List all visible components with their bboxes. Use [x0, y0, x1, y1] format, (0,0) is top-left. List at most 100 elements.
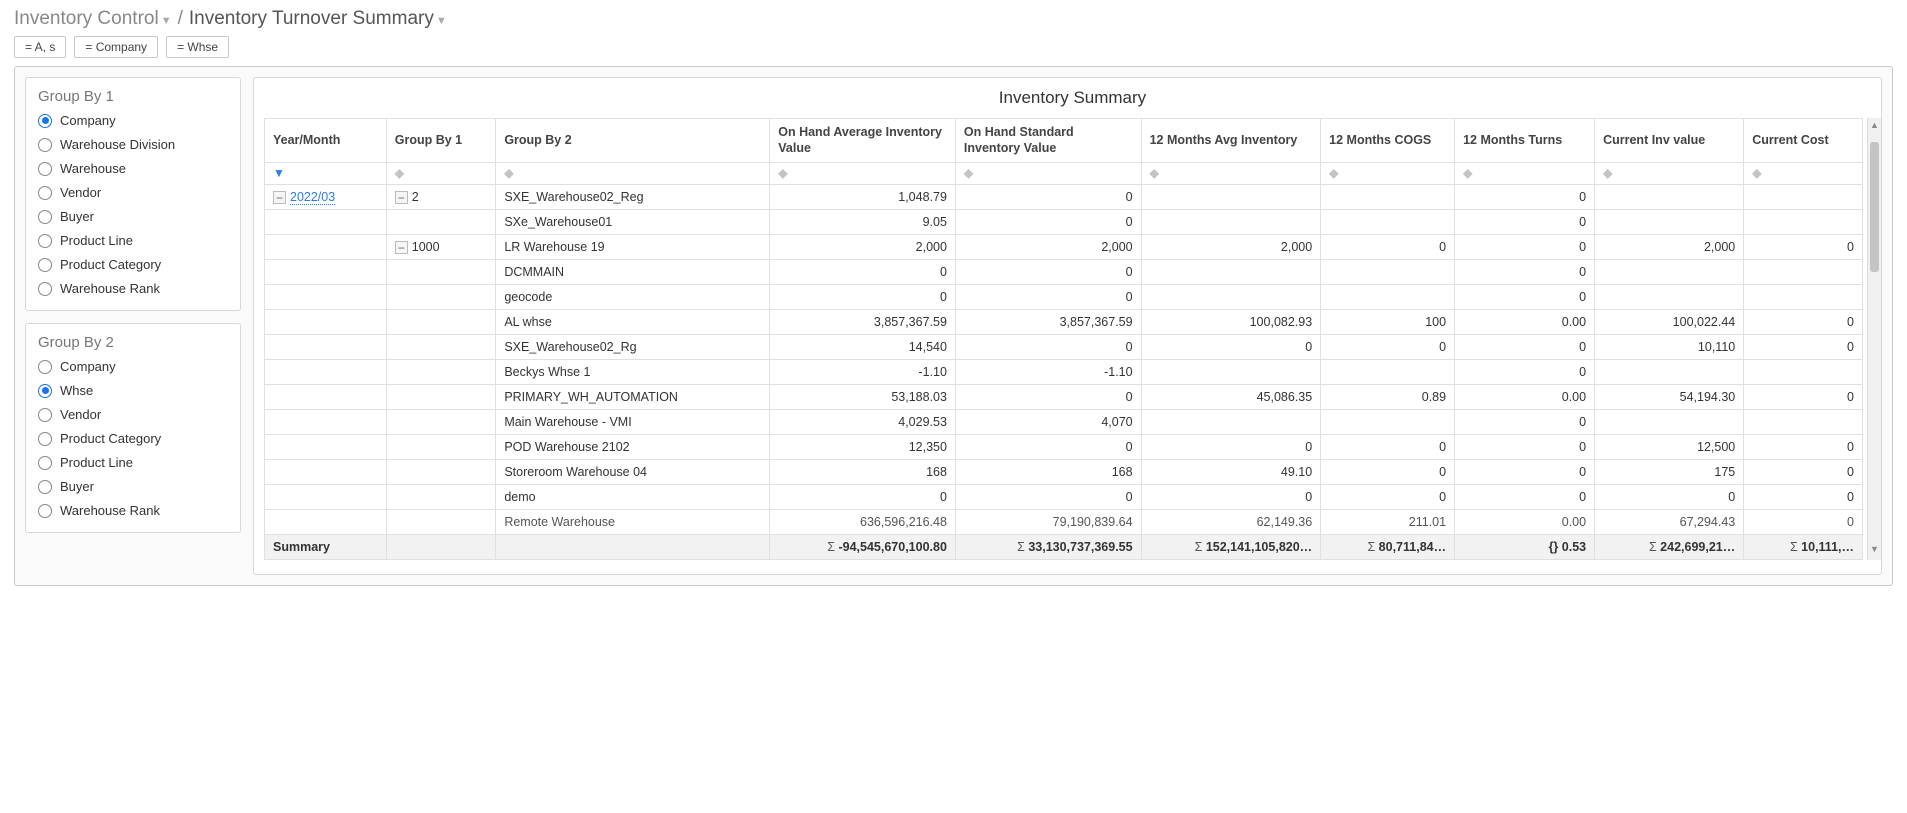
- cell-cogs: 0: [1321, 435, 1455, 460]
- year-link[interactable]: 2022/03: [290, 190, 335, 205]
- radio-option[interactable]: Product Category: [38, 431, 228, 446]
- sort-on-hand-std[interactable]: ◆: [955, 163, 1141, 185]
- sort-year-month[interactable]: ▼: [265, 163, 387, 185]
- cell-group-by-2[interactable]: AL whse: [496, 310, 770, 335]
- cell-group-by-1: [386, 335, 496, 360]
- radio-label: Warehouse Division: [60, 137, 175, 152]
- radio-icon: [38, 504, 52, 518]
- radio-option[interactable]: Product Line: [38, 455, 228, 470]
- sort-on-hand-avg[interactable]: ◆: [770, 163, 956, 185]
- cell-group-by-2[interactable]: SXE_Warehouse02_Rg: [496, 335, 770, 360]
- table-row[interactable]: −1000LR Warehouse 192,0002,0002,000002,0…: [265, 235, 1863, 260]
- data-table: Year/Month Group By 1 Group By 2 On Hand…: [264, 118, 1863, 560]
- col-current-inv[interactable]: Current Inv value: [1595, 119, 1744, 163]
- cell-group-by-2[interactable]: Beckys Whse 1: [496, 360, 770, 385]
- col-year-month[interactable]: Year/Month: [265, 119, 387, 163]
- col-group-by-2[interactable]: Group By 2: [496, 119, 770, 163]
- table-row[interactable]: demo0000000: [265, 485, 1863, 510]
- sort-12-avg[interactable]: ◆: [1141, 163, 1321, 185]
- collapse-icon[interactable]: −: [395, 241, 408, 254]
- cell-group-by-2[interactable]: SXe_Warehouse01: [496, 210, 770, 235]
- cell-curv: 54,194.30: [1595, 385, 1744, 410]
- collapse-icon[interactable]: −: [273, 191, 286, 204]
- table-row[interactable]: POD Warehouse 210212,350000012,5000: [265, 435, 1863, 460]
- sort-current-cost[interactable]: ◆: [1744, 163, 1863, 185]
- cell-group-by-2[interactable]: Storeroom Warehouse 04: [496, 460, 770, 485]
- collapse-icon[interactable]: −: [395, 191, 408, 204]
- radio-option[interactable]: Company: [38, 359, 228, 374]
- table-row[interactable]: Remote Warehouse636,596,216.4879,190,839…: [265, 510, 1863, 535]
- radio-option[interactable]: Vendor: [38, 407, 228, 422]
- radio-option[interactable]: Product Line: [38, 233, 228, 248]
- col-on-hand-avg[interactable]: On Hand Average Inventory Value: [770, 119, 956, 163]
- cell-year-month[interactable]: −2022/03: [265, 185, 387, 210]
- cell-group-by-2[interactable]: Main Warehouse - VMI: [496, 410, 770, 435]
- table-row[interactable]: Main Warehouse - VMI4,029.534,0700: [265, 410, 1863, 435]
- filter-button-company[interactable]: = Company: [74, 36, 158, 58]
- col-current-cost[interactable]: Current Cost: [1744, 119, 1863, 163]
- table-row[interactable]: SXE_Warehouse02_Rg14,540000010,1100: [265, 335, 1863, 360]
- table-row[interactable]: −2022/03−2SXE_Warehouse02_Reg1,048.7900: [265, 185, 1863, 210]
- radio-option[interactable]: Buyer: [38, 209, 228, 224]
- cell-group-by-1: [386, 460, 496, 485]
- radio-option[interactable]: Warehouse Rank: [38, 281, 228, 296]
- cell-turns: 0: [1455, 235, 1595, 260]
- radio-option[interactable]: Warehouse Division: [38, 137, 228, 152]
- table-row[interactable]: DCMMAIN000: [265, 260, 1863, 285]
- sort-12-cogs[interactable]: ◆: [1321, 163, 1455, 185]
- summary-12avg: 152,141,105,820…: [1141, 535, 1321, 560]
- radio-option[interactable]: Warehouse: [38, 161, 228, 176]
- scroll-up-icon[interactable]: ▲: [1868, 120, 1881, 134]
- table-row[interactable]: PRIMARY_WH_AUTOMATION53,188.03045,086.35…: [265, 385, 1863, 410]
- col-12-turns[interactable]: 12 Months Turns: [1455, 119, 1595, 163]
- radio-icon: [38, 258, 52, 272]
- cell-group-by-1[interactable]: −2: [386, 185, 496, 210]
- scroll-down-icon[interactable]: ▼: [1868, 544, 1881, 558]
- cell-group-by-2[interactable]: Remote Warehouse: [496, 510, 770, 535]
- scroll-thumb[interactable]: [1870, 142, 1879, 272]
- cell-group-by-1[interactable]: −1000: [386, 235, 496, 260]
- cell-group-by-2[interactable]: geocode: [496, 285, 770, 310]
- breadcrumb-parent[interactable]: Inventory Control▼: [14, 8, 172, 30]
- radio-option[interactable]: Whse: [38, 383, 228, 398]
- radio-label: Product Category: [60, 257, 161, 272]
- sort-12-turns[interactable]: ◆: [1455, 163, 1595, 185]
- col-12-cogs[interactable]: 12 Months COGS: [1321, 119, 1455, 163]
- cell-m12avg: 0: [1141, 485, 1321, 510]
- cell-curv: [1595, 285, 1744, 310]
- radio-option[interactable]: Company: [38, 113, 228, 128]
- cell-group-by-2[interactable]: demo: [496, 485, 770, 510]
- table-row[interactable]: Storeroom Warehouse 0416816849.10001750: [265, 460, 1863, 485]
- breadcrumb-current[interactable]: Inventory Turnover Summary▼: [189, 8, 447, 30]
- sidebar: Group By 1 CompanyWarehouse DivisionWare…: [25, 77, 241, 575]
- radio-list-group-by-2: Company Whse Vendor Product Category Product…: [38, 359, 228, 518]
- col-on-hand-std[interactable]: On Hand Standard Inventory Value: [955, 119, 1141, 163]
- radio-option[interactable]: Warehouse Rank: [38, 503, 228, 518]
- table-header-row: Year/Month Group By 1 Group By 2 On Hand…: [265, 119, 1863, 163]
- radio-option[interactable]: Vendor: [38, 185, 228, 200]
- radio-option[interactable]: Buyer: [38, 479, 228, 494]
- table-row[interactable]: geocode000: [265, 285, 1863, 310]
- cell-group-by-2[interactable]: PRIMARY_WH_AUTOMATION: [496, 385, 770, 410]
- sort-group-by-2[interactable]: ◆: [496, 163, 770, 185]
- sort-current-inv[interactable]: ◆: [1595, 163, 1744, 185]
- cell-group-by-2[interactable]: DCMMAIN: [496, 260, 770, 285]
- cell-group-by-1: [386, 210, 496, 235]
- sort-group-by-1[interactable]: ◆: [386, 163, 496, 185]
- cell-group-by-2[interactable]: POD Warehouse 2102: [496, 435, 770, 460]
- filter-button-whse[interactable]: = Whse: [166, 36, 229, 58]
- cell-avg: 168: [770, 460, 956, 485]
- radio-option[interactable]: Product Category: [38, 257, 228, 272]
- vertical-scrollbar[interactable]: ▲ ▼: [1867, 118, 1881, 560]
- filter-button-as[interactable]: = A, s: [14, 36, 66, 58]
- cell-cogs: 0.89: [1321, 385, 1455, 410]
- cell-group-by-2[interactable]: LR Warehouse 19: [496, 235, 770, 260]
- table-row[interactable]: SXe_Warehouse019.0500: [265, 210, 1863, 235]
- col-group-by-1[interactable]: Group By 1: [386, 119, 496, 163]
- table-row[interactable]: AL whse3,857,367.593,857,367.59100,082.9…: [265, 310, 1863, 335]
- table-row[interactable]: Beckys Whse 1-1.10-1.100: [265, 360, 1863, 385]
- cell-group-by-2[interactable]: SXE_Warehouse02_Reg: [496, 185, 770, 210]
- radio-label: Product Line: [60, 455, 133, 470]
- col-12-avg[interactable]: 12 Months Avg Inventory: [1141, 119, 1321, 163]
- radio-label: Company: [60, 113, 116, 128]
